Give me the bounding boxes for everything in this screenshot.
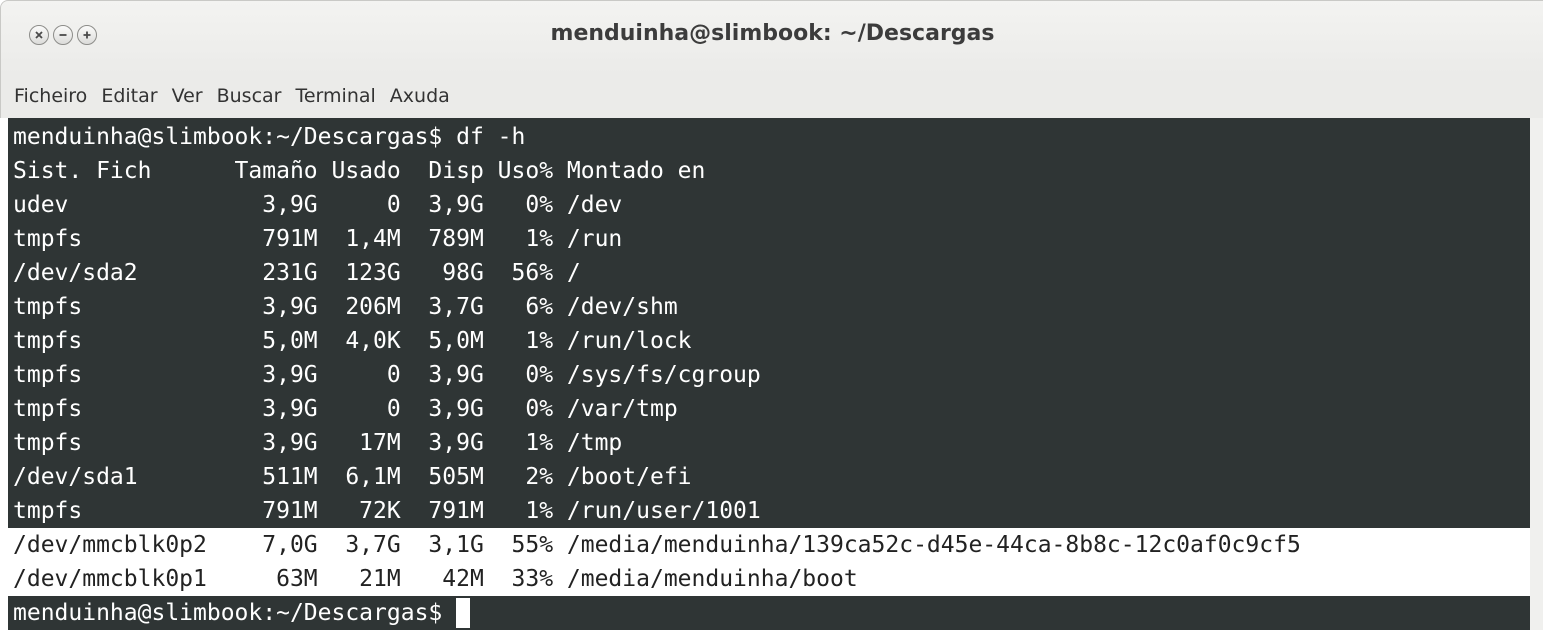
menu-editar[interactable]: Editar [94, 81, 164, 111]
table-row: tmpfs 3,9G 0 3,9G 0% /sys/fs/cgroup [13, 362, 761, 388]
terminal-output[interactable]: menduinha@slimbook:~/Descargas$ df -h Sis… [8, 118, 1530, 630]
table-row: /dev/sda1 511M 6,1M 505M 2% /boot/efi [13, 464, 692, 490]
scrollbar[interactable] [1530, 118, 1543, 630]
table-row: tmpfs 3,9G 17M 3,9G 1% /tmp [13, 430, 623, 456]
table-row: tmpfs 3,9G 0 3,9G 0% /var/tmp [13, 396, 678, 422]
table-header: Sist. Fich Tamaño Usado Disp Uso% Montad… [13, 158, 706, 184]
menu-ver[interactable]: Ver [165, 81, 210, 111]
table-row: tmpfs 5,0M 4,0K 5,0M 1% /run/lock [13, 328, 692, 354]
table-row: tmpfs 3,9G 206M 3,7G 6% /dev/shm [13, 294, 678, 320]
prompt-line: menduinha@slimbook:~/Descargas$ [13, 600, 457, 626]
menu-axuda[interactable]: Axuda [383, 81, 457, 111]
menu-bar: Ficheiro Editar Ver Buscar Terminal Axud… [0, 74, 1543, 118]
table-row: tmpfs 791M 1,4M 789M 1% /run [13, 226, 623, 252]
terminal-cursor [456, 598, 471, 628]
menu-buscar[interactable]: Buscar [210, 81, 289, 111]
prompt-line: menduinha@slimbook:~/Descargas$ df -h [13, 124, 526, 150]
table-row: tmpfs 791M 72K 791M 1% /run/user/1001 [13, 498, 761, 524]
table-row: /dev/mmcblk0p1 63M 21M 42M 33% /media/me… [13, 566, 858, 592]
terminal-window: menduinha@slimbook: ~/Descargas Ficheiro… [0, 0, 1543, 630]
table-row: /dev/mmcblk0p2 7,0G 3,7G 3,1G 55% /media… [13, 532, 1301, 558]
table-row: /dev/sda2 231G 123G 98G 56% / [13, 260, 581, 286]
table-row: udev 3,9G 0 3,9G 0% /dev [13, 192, 623, 218]
window-title: menduinha@slimbook: ~/Descargas [550, 21, 995, 46]
title-bar[interactable]: menduinha@slimbook: ~/Descargas [0, 0, 1543, 74]
menu-terminal[interactable]: Terminal [288, 81, 382, 111]
menu-ficheiro[interactable]: Ficheiro [7, 81, 94, 111]
